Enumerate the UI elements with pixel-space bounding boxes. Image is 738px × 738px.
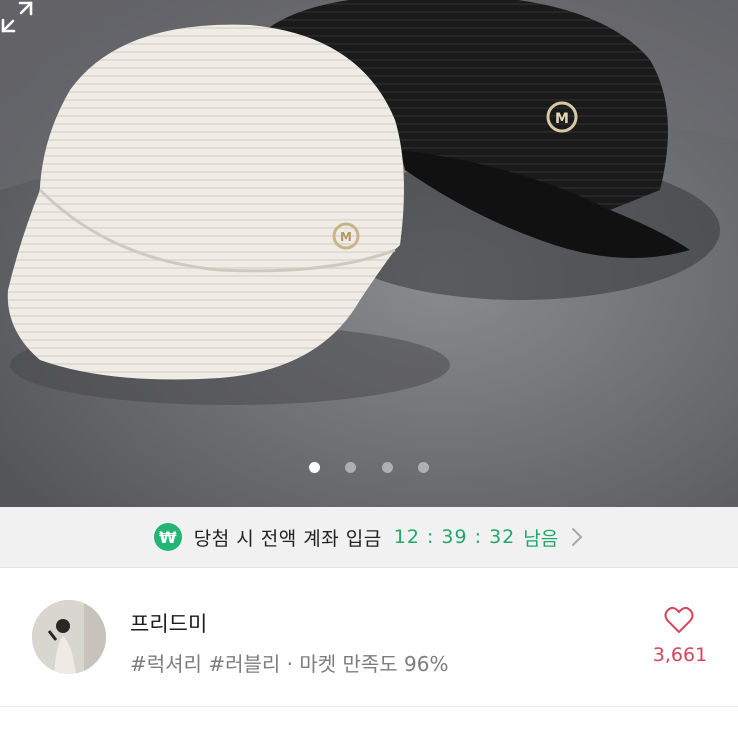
expand-icon[interactable] (0, 0, 34, 34)
gallery-dot-1[interactable] (309, 462, 321, 473)
countdown-suffix: 남음 (523, 527, 559, 550)
product-image[interactable]: M M (0, 0, 738, 507)
gallery-dot-4[interactable] (417, 462, 429, 473)
seller-tags: #럭셔리 #러블리 · 마켓 만족도 96% (130, 652, 449, 676)
product-photo: M M (0, 0, 738, 507)
seller-name[interactable]: 프리드미 (130, 608, 207, 638)
countdown-timer: 12 : 39 : 32 (393, 526, 516, 548)
seller-avatar[interactable] (32, 600, 106, 674)
svg-text:M: M (555, 111, 569, 127)
gallery-pagination (0, 458, 738, 477)
gallery-dot-3[interactable] (381, 462, 393, 473)
divider (0, 706, 738, 707)
chevron-right-icon (572, 528, 583, 546)
won-coin-icon: ₩ (153, 523, 182, 551)
gallery-dot-2[interactable] (345, 462, 357, 473)
svg-text:M: M (340, 230, 352, 244)
seller-row[interactable]: 프리드미 #럭셔리 #러블리 · 마켓 만족도 96% 3,661 (0, 568, 738, 708)
banner-text: 당첨 시 전액 계좌 입금 (193, 527, 382, 550)
heart-outline-icon[interactable] (664, 606, 694, 634)
auction-timer-banner[interactable]: ₩ 당첨 시 전액 계좌 입금 12 : 39 : 32 남음 (0, 507, 738, 568)
like-count: 3,661 (652, 644, 708, 666)
